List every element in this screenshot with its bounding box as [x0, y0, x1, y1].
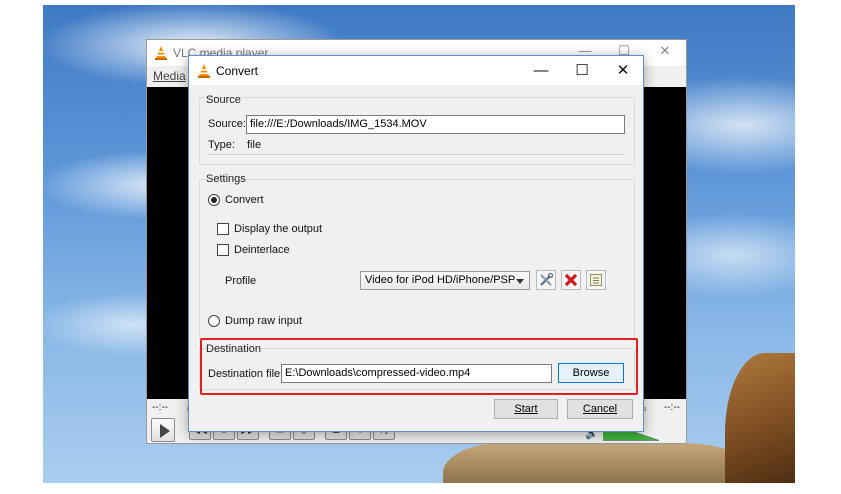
delete-profile-button[interactable] [561, 270, 581, 290]
dump-raw-radio[interactable] [208, 315, 220, 327]
deinterlace-checkbox[interactable] [217, 244, 229, 256]
total-time: --:-- [663, 402, 680, 413]
convert-radio-label[interactable]: Convert [225, 194, 264, 206]
vlc-close-button[interactable]: ✕ [655, 43, 675, 59]
dialog-title-bar: Convert — ☐ ✕ [189, 56, 643, 85]
wallpaper-rocks [443, 443, 763, 483]
new-profile-icon [590, 274, 602, 286]
elapsed-time: --:-- [152, 402, 169, 413]
display-output-checkbox[interactable] [217, 223, 229, 235]
start-button[interactable]: Start [494, 399, 558, 419]
dialog-title: Convert [216, 64, 259, 78]
delete-icon [564, 273, 578, 287]
display-output-label[interactable]: Display the output [234, 223, 322, 235]
source-legend: Source [206, 94, 241, 106]
maximize-button[interactable]: ☐ [567, 60, 597, 82]
type-label: Type: [208, 139, 235, 151]
destination-highlight-box [200, 338, 638, 395]
close-button[interactable]: ✕ [608, 60, 638, 82]
profile-select[interactable]: Video for iPod HD/iPhone/PSP [360, 271, 530, 290]
type-value: file [247, 139, 262, 151]
play-button[interactable] [151, 418, 175, 442]
minimize-button[interactable]: — [526, 60, 556, 82]
source-input[interactable]: file:///E:/Downloads/IMG_1534.MOV [246, 115, 625, 134]
source-separator [208, 154, 624, 155]
vlc-cone-icon [198, 64, 210, 78]
cancel-button-label: Cancel [582, 403, 618, 415]
deinterlace-label[interactable]: Deinterlace [234, 244, 290, 256]
convert-radio[interactable] [208, 194, 220, 206]
tools-icon [540, 272, 554, 286]
vlc-cone-icon [155, 46, 167, 60]
source-label: Source: [208, 118, 246, 130]
edit-profile-button[interactable] [536, 270, 556, 290]
settings-legend: Settings [206, 173, 246, 185]
profile-label: Profile [225, 275, 257, 287]
profile-selected-value: Video for iPod HD/iPhone/PSP [365, 274, 516, 286]
chevron-down-icon [516, 279, 524, 284]
dump-raw-label[interactable]: Dump raw input [225, 315, 302, 327]
cancel-button[interactable]: Cancel [567, 399, 633, 419]
new-profile-button[interactable] [586, 270, 606, 290]
wallpaper-cliff [725, 353, 795, 483]
start-button-label: Start [514, 403, 538, 415]
menu-media[interactable]: Media [153, 69, 186, 83]
